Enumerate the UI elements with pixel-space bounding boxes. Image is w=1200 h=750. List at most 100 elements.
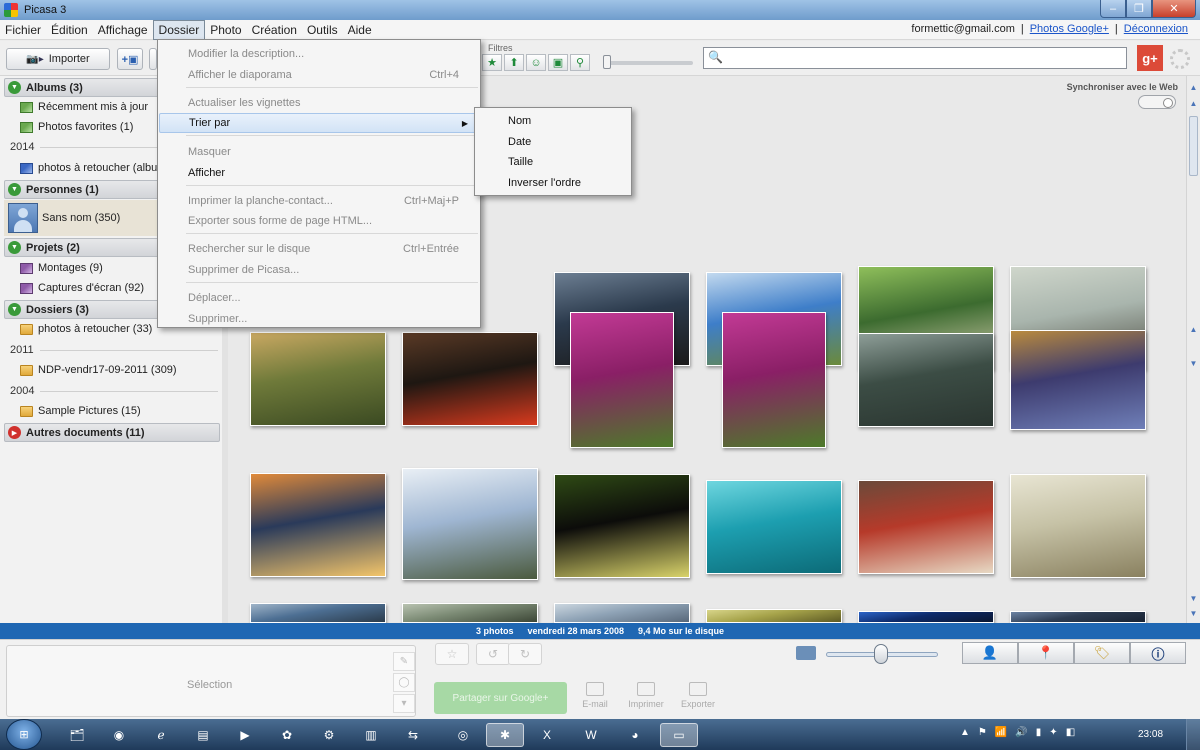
- menu-edition[interactable]: Édition: [46, 21, 93, 39]
- page-up-icon[interactable]: ▲: [1188, 322, 1199, 336]
- app-tray-icon[interactable]: ◧: [1066, 727, 1075, 738]
- pin-icon[interactable]: ✎: [393, 652, 415, 671]
- tags-panel-button[interactable]: 🏷: [1074, 642, 1130, 664]
- photo-thumbnail[interactable]: [1010, 330, 1146, 430]
- tray-expand-icon[interactable]: ▲: [960, 727, 970, 738]
- photo-thumbnail[interactable]: [554, 474, 690, 578]
- submenu-item-sort-reverse[interactable]: Inverser l'ordre: [476, 173, 630, 193]
- sidebar-item-folder[interactable]: NDP-vendr17-09-2011 (309): [20, 361, 177, 379]
- show-desktop-button[interactable]: [1186, 719, 1200, 750]
- close-button[interactable]: ✕: [1152, 0, 1196, 18]
- menu-item-move[interactable]: Déplacer...: [159, 288, 479, 308]
- device-icon[interactable]: ▮: [1036, 727, 1042, 738]
- menu-creation[interactable]: Création: [247, 21, 302, 39]
- google-plus-icon[interactable]: g+: [1137, 45, 1163, 71]
- photo-thumbnail[interactable]: [706, 480, 842, 574]
- logout-link[interactable]: Déconnexion: [1124, 23, 1188, 35]
- add-to-album-icon[interactable]: ▾: [393, 694, 415, 713]
- folder-taskbar-icon[interactable]: ▭: [660, 723, 698, 747]
- expand-icon[interactable]: ▼: [8, 303, 21, 316]
- section-other-documents[interactable]: ▶ Autres documents (11): [4, 423, 220, 442]
- person-filter-icon[interactable]: ☺: [526, 54, 546, 71]
- photo-thumbnail[interactable]: [858, 611, 994, 623]
- sidebar-item-folder[interactable]: Sample Pictures (15): [20, 402, 141, 420]
- photo-thumbnail[interactable]: [706, 609, 842, 623]
- photo-thumbnail[interactable]: [858, 333, 994, 427]
- print-button[interactable]: Imprimer: [622, 682, 670, 709]
- photo-thumbnail[interactable]: [250, 332, 386, 426]
- photos-google-link[interactable]: Photos Google+: [1030, 23, 1109, 35]
- grid-scrollbar[interactable]: ▲ ▲ ▲ ▼ ▼ ▼: [1186, 76, 1200, 623]
- submenu-item-sort-date[interactable]: Date: [476, 132, 630, 152]
- menu-item-print-contact-sheet[interactable]: Imprimer la planche-contact... Ctrl+Maj+P: [159, 191, 479, 211]
- sidebar-item-screenshots[interactable]: Captures d'écran (92): [20, 279, 144, 297]
- menu-item-refresh-thumbnails[interactable]: Actualiser les vignettes: [159, 93, 479, 113]
- rotate-left-button[interactable]: ↺: [476, 643, 510, 665]
- add-album-button[interactable]: +▣: [117, 48, 143, 70]
- places-panel-button[interactable]: 📍: [1018, 642, 1074, 664]
- flag-icon[interactable]: ⚑: [978, 727, 987, 738]
- people-panel-button[interactable]: 👤: [962, 642, 1018, 664]
- menu-dossier[interactable]: Dossier: [152, 19, 206, 40]
- expand-icon[interactable]: ▼: [8, 241, 21, 254]
- photo-thumbnail[interactable]: [250, 473, 386, 577]
- scroll-up-icon[interactable]: ▲: [1188, 80, 1199, 94]
- app-taskbar-icon[interactable]: ✿: [268, 723, 306, 747]
- share-google-plus-button[interactable]: Partager sur Google+: [434, 682, 567, 714]
- picasa-taskbar-icon[interactable]: ✱: [486, 723, 524, 747]
- page-up-icon[interactable]: ▲: [1188, 96, 1199, 110]
- export-button[interactable]: Exporter: [674, 682, 722, 709]
- photo-thumbnail[interactable]: [1010, 474, 1146, 578]
- network-icon[interactable]: 📶: [995, 727, 1007, 738]
- sync-toggle[interactable]: [1138, 95, 1176, 109]
- word-taskbar-icon[interactable]: W: [572, 723, 610, 747]
- collapse-icon[interactable]: ▶: [8, 426, 21, 439]
- rotate-right-button[interactable]: ↻: [508, 643, 542, 665]
- star-button[interactable]: ☆: [435, 643, 469, 665]
- volume-icon[interactable]: 🔊: [1015, 727, 1027, 738]
- menu-item-export-html[interactable]: Exporter sous forme de page HTML...: [159, 211, 479, 231]
- sidebar-item-favorites[interactable]: Photos favorites (1): [20, 118, 133, 136]
- chrome-taskbar-icon[interactable]: ◎: [444, 723, 482, 747]
- media-taskbar-icon[interactable]: ▶: [226, 723, 264, 747]
- app-taskbar-icon[interactable]: ⚙: [310, 723, 348, 747]
- photo-thumbnail[interactable]: [554, 603, 690, 623]
- expand-icon[interactable]: ▼: [8, 183, 21, 196]
- photo-thumbnail[interactable]: [402, 468, 538, 580]
- page-down-icon[interactable]: ▼: [1188, 591, 1199, 605]
- scroll-down-icon[interactable]: ▼: [1188, 606, 1199, 620]
- photo-thumbnail[interactable]: [858, 480, 994, 574]
- clear-selection-icon[interactable]: ◯: [393, 673, 415, 692]
- menu-item-show-slideshow[interactable]: Afficher le diaporama Ctrl+4: [159, 65, 479, 85]
- photo-thumbnail[interactable]: [402, 332, 538, 426]
- scroll-thumb[interactable]: [1189, 116, 1198, 176]
- photo-thumbnail[interactable]: [570, 312, 674, 448]
- menu-aide[interactable]: Aide: [343, 21, 377, 39]
- photo-thumbnail[interactable]: [250, 603, 386, 623]
- menu-photo[interactable]: Photo: [205, 21, 246, 39]
- menu-item-hide[interactable]: Masquer: [159, 142, 479, 162]
- submenu-item-sort-size[interactable]: Taille: [476, 152, 630, 172]
- menu-item-sort-by[interactable]: Trier par ▶: [159, 113, 479, 133]
- search-input[interactable]: [726, 50, 1122, 66]
- menu-fichier[interactable]: Fichier: [0, 21, 46, 39]
- video-filter-icon[interactable]: ▣: [548, 54, 568, 71]
- maximize-button[interactable]: ❐: [1126, 0, 1152, 18]
- photo-thumbnail[interactable]: [722, 312, 826, 448]
- menu-item-remove-from-picasa[interactable]: Supprimer de Picasa...: [159, 260, 479, 280]
- submenu-item-sort-name[interactable]: Nom: [476, 111, 630, 131]
- upload-filter-icon[interactable]: ⬆: [504, 54, 524, 71]
- start-button[interactable]: ⊞: [6, 719, 42, 750]
- menu-item-modify-description[interactable]: Modifier la description...: [159, 44, 479, 64]
- explorer-taskbar-icon[interactable]: 🗂: [58, 723, 96, 747]
- menu-item-show[interactable]: Afficher: [159, 163, 479, 183]
- thumbnail-size-handle[interactable]: [874, 644, 888, 664]
- dropbox-icon[interactable]: ✦: [1049, 727, 1057, 738]
- email-button[interactable]: E-mail: [571, 682, 619, 709]
- clock[interactable]: 23:08: [1138, 729, 1163, 740]
- menu-item-search-on-disk[interactable]: Rechercher sur le disque Ctrl+Entrée: [159, 239, 479, 259]
- date-filter-slider-handle[interactable]: [603, 55, 611, 69]
- toolbar-button-partial[interactable]: [149, 48, 157, 70]
- gimp-taskbar-icon[interactable]: ◕: [616, 723, 654, 747]
- date-filter-slider[interactable]: [603, 61, 693, 65]
